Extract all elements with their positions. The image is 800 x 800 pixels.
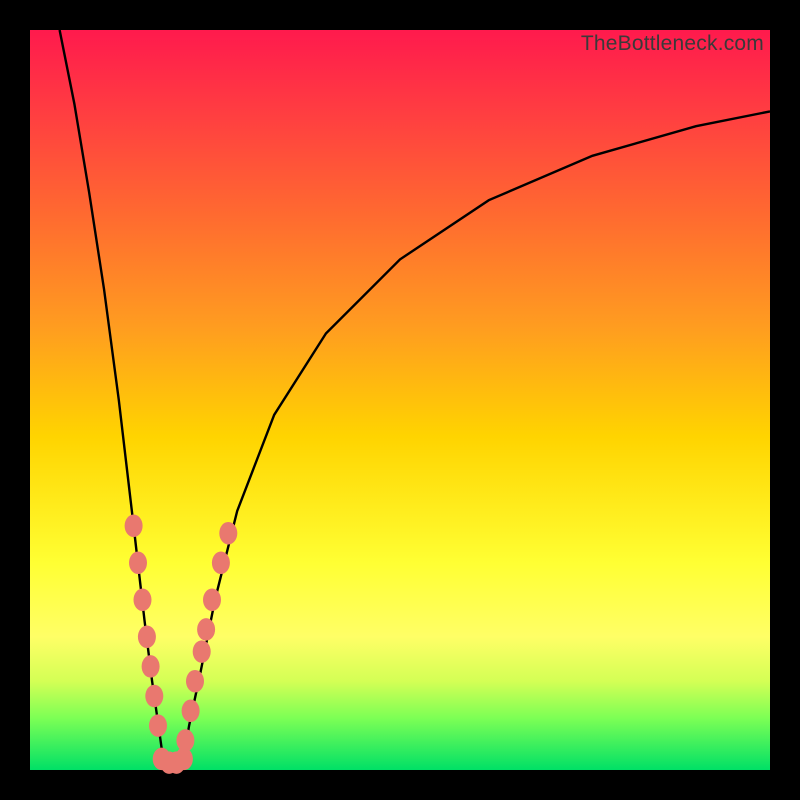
outer-frame: TheBottleneck.com	[0, 0, 800, 800]
data-marker	[176, 729, 194, 752]
data-marker	[138, 626, 156, 649]
curve-right-branch	[182, 111, 770, 770]
chart-svg	[0, 0, 800, 800]
data-marker	[145, 685, 163, 708]
data-marker	[134, 589, 152, 612]
data-marker	[186, 670, 204, 693]
data-marker	[212, 552, 230, 575]
data-markers	[125, 515, 238, 774]
data-marker	[182, 700, 200, 723]
data-marker	[129, 552, 147, 575]
data-marker	[142, 655, 160, 678]
data-marker	[203, 589, 221, 612]
data-marker	[149, 714, 167, 737]
data-marker	[125, 515, 143, 538]
data-marker	[197, 618, 215, 641]
data-marker	[219, 522, 237, 545]
data-marker	[193, 640, 211, 663]
